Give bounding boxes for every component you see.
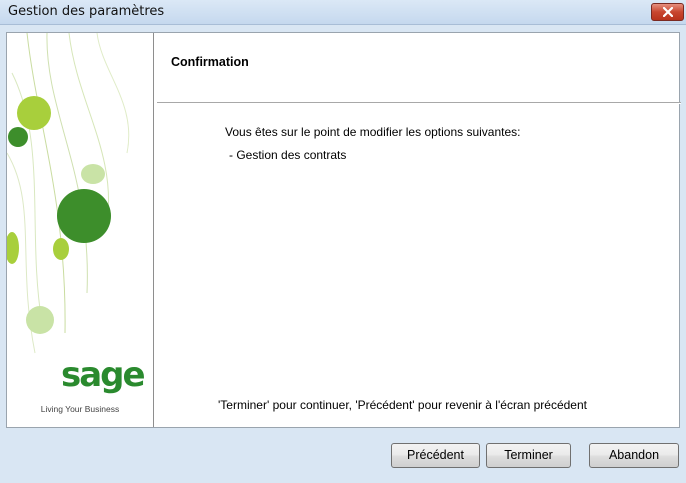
header-divider: [157, 102, 681, 104]
sage-logo: sage: [61, 355, 146, 395]
wizard-window: Gestion des paramètres sage Living Your …: [0, 0, 686, 483]
window-title: Gestion des paramètres: [8, 4, 165, 19]
instruction-text: 'Terminer' pour continuer, 'Précédent' p…: [218, 398, 587, 412]
title-bar[interactable]: Gestion des paramètres: [0, 0, 686, 25]
sidebar-banner: sage Living Your Business: [7, 33, 154, 427]
cancel-button[interactable]: Abandon: [589, 443, 679, 468]
previous-button[interactable]: Précédent: [391, 443, 480, 468]
close-button[interactable]: [651, 3, 684, 21]
page-title: Confirmation: [171, 55, 249, 69]
logo-tagline: Living Your Business: [40, 404, 120, 414]
confirmation-message: Vous êtes sur le point de modifier les o…: [225, 125, 521, 139]
finish-button[interactable]: Terminer: [486, 443, 571, 468]
option-item: - Gestion des contrats: [229, 148, 347, 162]
close-icon: [663, 7, 673, 17]
wizard-panel: sage Living Your Business Confirmation V…: [6, 32, 681, 428]
